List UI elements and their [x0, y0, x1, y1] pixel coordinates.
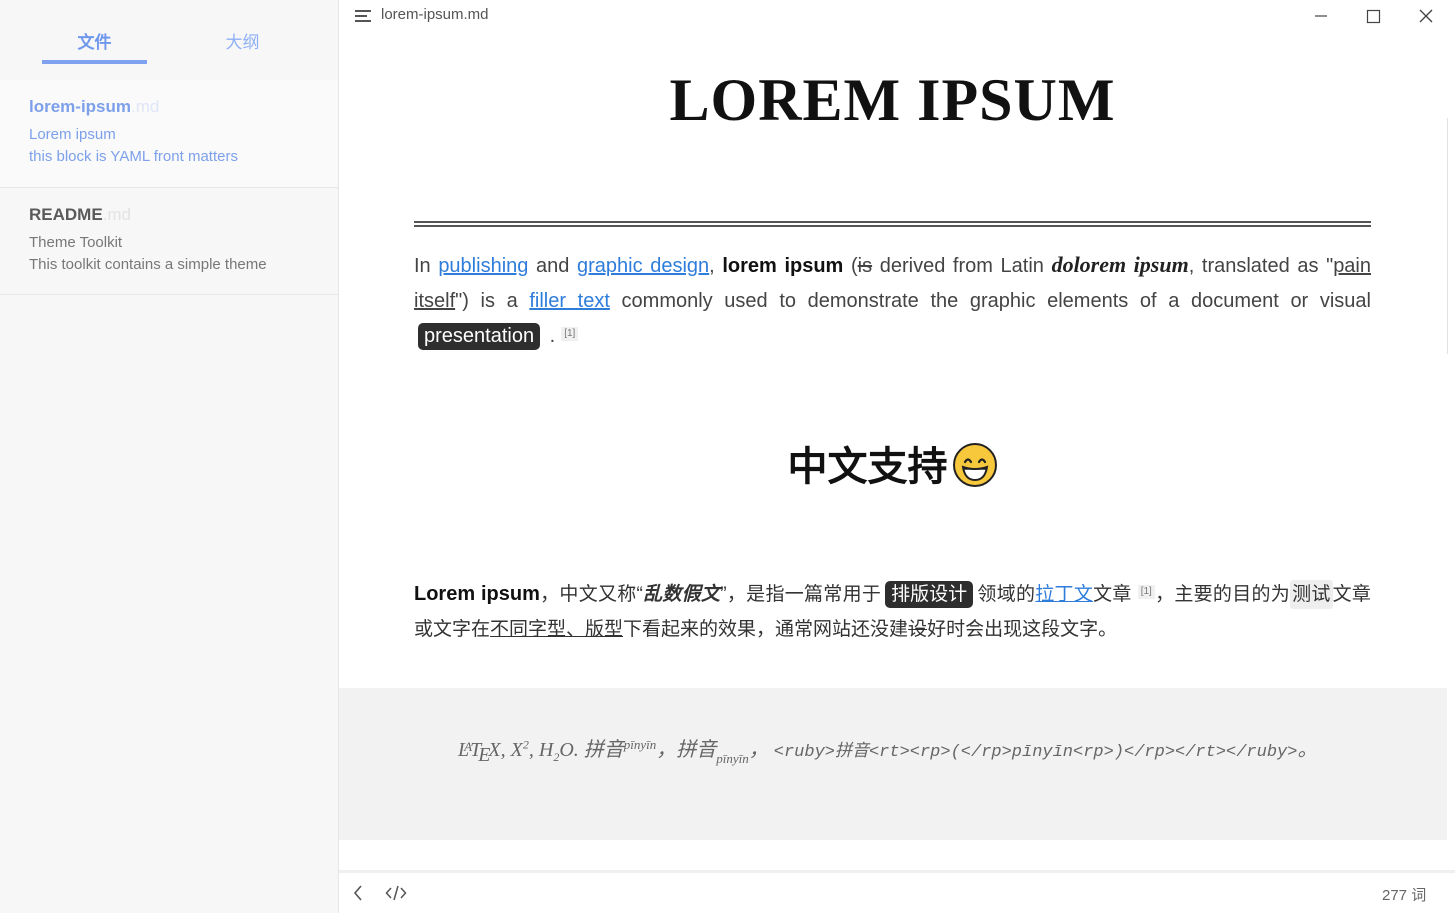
footnote-ref[interactable]: [1] — [561, 327, 579, 341]
strikethrough-text: 设 — [908, 619, 928, 640]
text: ，主要的目的为 — [1154, 584, 1291, 605]
ruby-base: 拼音 — [583, 739, 624, 761]
title-bar: lorem-ipsum.md — [339, 0, 1455, 32]
toggle-sidebar-button[interactable] — [351, 881, 365, 905]
file-title: lorem-ipsum.md — [29, 96, 338, 118]
bold-text: lorem ipsum — [722, 255, 844, 277]
document-title: lorem-ipsum.md — [381, 6, 489, 23]
text: ， — [748, 739, 769, 761]
code-text: <ruby>拼音<rt><rp>(</rp>pīnyīn<rp>)</rp></… — [773, 743, 1298, 762]
file-summary-line: this block is YAML front matters — [29, 148, 238, 165]
code-icon — [385, 885, 407, 901]
status-bar: 277 词 — [339, 870, 1455, 913]
file-item-lorem-ipsum[interactable]: lorem-ipsum.md Lorem ipsum this block is… — [0, 80, 338, 188]
text: and — [528, 255, 578, 277]
ruby-annotation: pīnyīn — [623, 737, 657, 752]
menu-icon[interactable] — [353, 8, 373, 24]
file-summary-line: This toolkit contains a simple theme — [29, 256, 267, 273]
text: O. — [559, 739, 584, 761]
heading-1: LOREM IPSUM — [669, 67, 1116, 133]
latex-logo-part: X — [488, 739, 501, 761]
text: , X — [500, 739, 523, 761]
text: , — [709, 255, 723, 277]
horizontal-rule — [414, 221, 1371, 227]
file-summary-line: Theme Toolkit — [29, 234, 123, 251]
editor-content[interactable]: LOREM IPSUM In publishing and graphic de… — [339, 32, 1447, 870]
text: ， — [656, 739, 677, 761]
footnote-ref[interactable]: [1] — [1137, 585, 1155, 599]
text: 文章 — [1093, 584, 1132, 605]
paragraph-chinese: Lorem ipsum，中文又称“乱数假文”，是指一篇常用于 排版设计 领域的拉丁文… — [414, 577, 1371, 647]
ruby-base: 拼音 — [676, 739, 717, 761]
text: ，中文又称“ — [539, 584, 643, 605]
text: 领域的 — [977, 584, 1036, 605]
text: In — [414, 255, 439, 277]
link-graphic-design[interactable]: graphic design — [577, 255, 709, 277]
link-latin[interactable]: 拉丁文 — [1035, 584, 1093, 605]
file-name: lorem-ipsum — [29, 97, 132, 116]
word-count[interactable]: 277 词 — [1382, 884, 1426, 905]
file-summary-line: Lorem ipsum — [29, 126, 116, 143]
file-ext: .md — [131, 97, 160, 116]
link-publishing[interactable]: publishing — [438, 255, 528, 277]
text: , translated as " — [1188, 255, 1334, 277]
minimize-icon — [1315, 15, 1327, 17]
text: 好时会出现这段文字。 — [927, 619, 1118, 640]
file-item-readme[interactable]: README.md Theme Toolkit This toolkit con… — [0, 188, 338, 295]
text: 。 — [1297, 739, 1318, 761]
text: ”，是指一篇常用于 — [720, 584, 882, 605]
sidebar: 文件 大纲 lorem-ipsum.md Lorem ipsum this bl… — [0, 0, 339, 913]
link-filler-text[interactable]: filler text — [529, 290, 610, 312]
inline-code: 测试 — [1290, 580, 1333, 609]
text: ( — [843, 255, 858, 277]
heading-2-text: 中文支持 — [787, 444, 948, 489]
paragraph-lorem: In publishing and graphic design, lorem … — [414, 247, 1371, 354]
text: commonly used to demonstrate the graphic… — [609, 290, 1371, 312]
ruby-annotation: pīnyīn — [716, 751, 749, 766]
tab-files[interactable]: 文件 — [42, 28, 147, 64]
bold-italic-text: 乱数假文 — [642, 584, 721, 605]
minimize-button[interactable] — [1295, 0, 1347, 32]
latex-logo: LATEX — [458, 739, 501, 766]
text: derived from Latin — [872, 255, 1052, 277]
file-ext: .md — [102, 205, 132, 224]
ruby-pinyin: 拼音pīnyīn — [583, 737, 657, 761]
maximize-button[interactable] — [1347, 0, 1399, 32]
grinning-emoji-icon — [952, 443, 997, 487]
source-mode-button[interactable] — [385, 881, 407, 905]
scrollbar[interactable] — [1447, 118, 1455, 354]
latin-text: dolorem ipsum — [1051, 252, 1189, 277]
heading-2: 中文支持 — [414, 434, 1371, 492]
ruby-pinyin-below: 拼音pīnyīn — [676, 739, 749, 766]
file-name: README — [29, 205, 103, 224]
close-button[interactable] — [1399, 0, 1451, 32]
sidebar-tabs: 文件 大纲 — [0, 0, 338, 80]
text: . — [544, 325, 556, 347]
text: , H — [528, 739, 554, 761]
tab-outline[interactable]: 大纲 — [190, 28, 295, 64]
file-title: README.md — [29, 204, 338, 226]
maximize-icon — [1366, 9, 1381, 24]
blockquote: LATEX, X2, H2O. 拼音pīnyīn，拼音pīnyīn， <ruby… — [339, 688, 1447, 840]
text: 下看起来的效果，通常网站还没建 — [623, 619, 909, 640]
kbd-typesetting: 排版设计 — [885, 581, 974, 608]
chevron-left-icon — [353, 885, 362, 901]
strikethrough-text: is — [857, 255, 873, 277]
text: ") is a — [455, 290, 530, 312]
underline-text: 不同字型、版型 — [490, 619, 624, 640]
close-icon — [1419, 9, 1433, 23]
bold-text: Lorem ipsum — [414, 583, 540, 605]
kbd-presentation: presentation — [418, 323, 541, 350]
